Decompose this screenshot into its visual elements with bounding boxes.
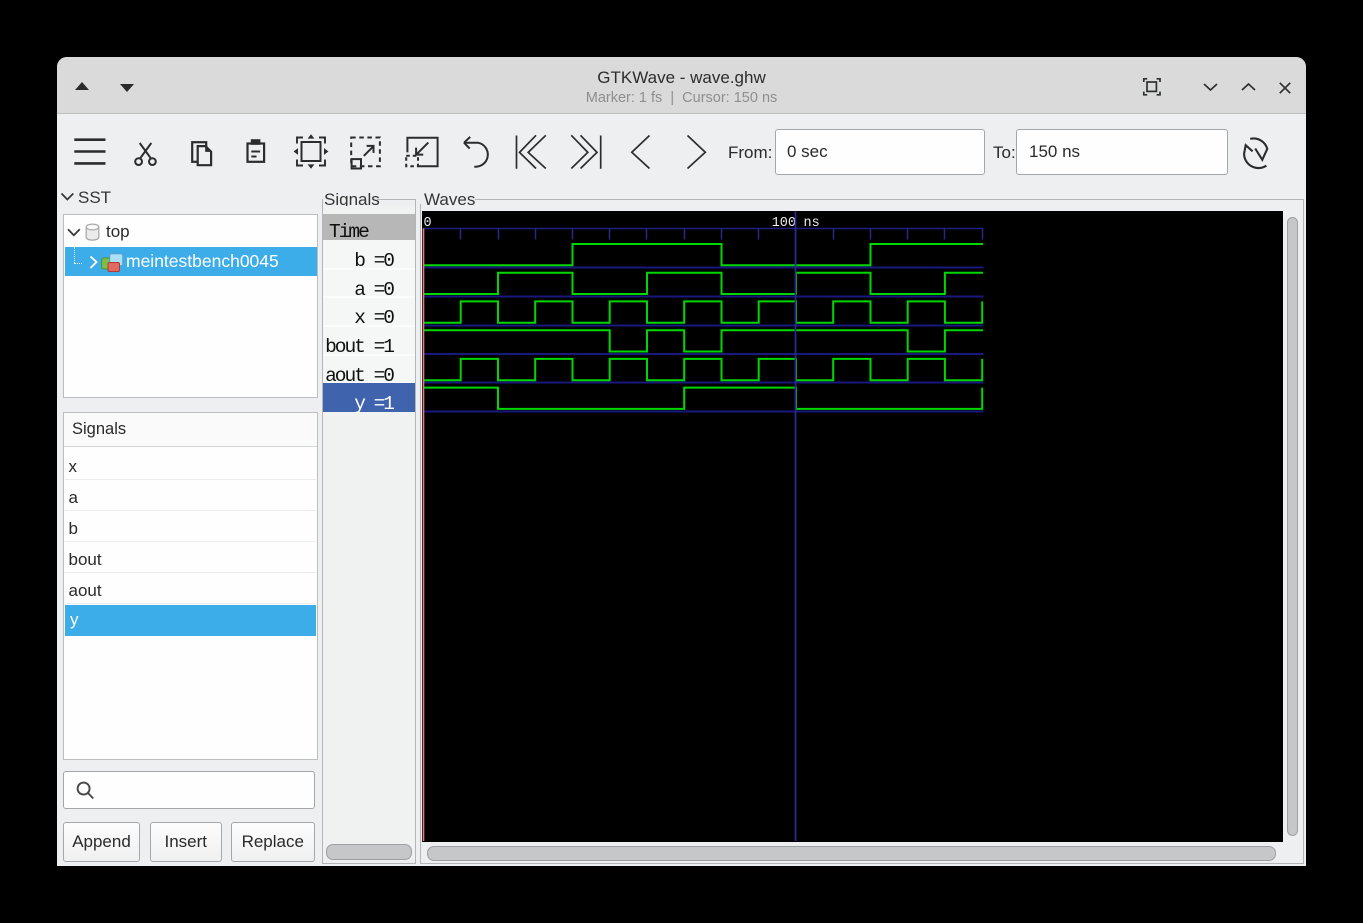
svg-text:0: 0 bbox=[424, 216, 432, 231]
svg-text:ns: ns bbox=[804, 216, 820, 231]
svg-text:100: 100 bbox=[772, 216, 796, 231]
